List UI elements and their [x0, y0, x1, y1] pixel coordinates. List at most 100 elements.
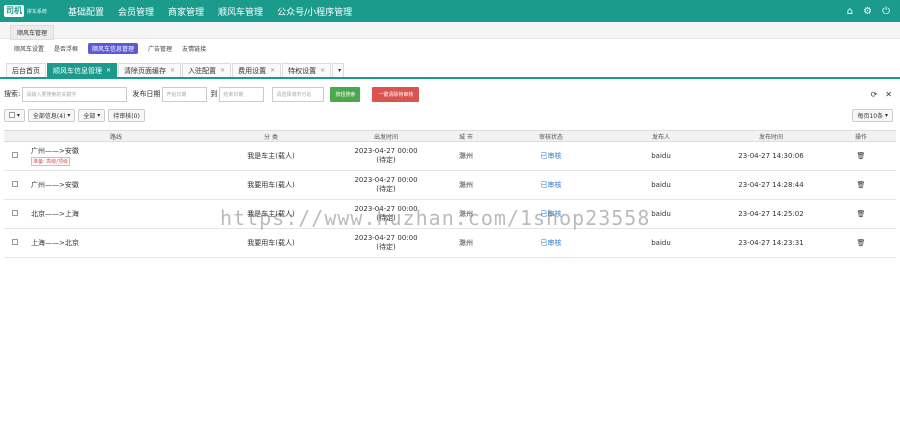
status-filter-all[interactable]: 全部信息(4) ▾ — [27, 108, 76, 122]
tab-home[interactable]: 后台首页 — [6, 63, 46, 77]
subnav-float[interactable]: 是否浮框 — [54, 44, 78, 53]
topnav-basic-config[interactable]: 基础配置 — [68, 5, 104, 18]
subnav-ads[interactable]: 广告管理 — [148, 44, 172, 53]
sub-navigation: 顺风车设置 是否浮框 顺风车信息管理 广告管理 友情链接 — [0, 41, 900, 56]
tabs-dropdown[interactable]: ▾ — [332, 63, 345, 77]
subnav-info-manage[interactable]: 顺风车信息管理 — [88, 43, 139, 54]
category-cell: 我是车主(载人) — [247, 152, 295, 160]
publish-time-cell: 23-04-27 14:25:02 — [738, 210, 804, 218]
route-text: 广州——>安徽 — [31, 181, 79, 189]
home-icon[interactable]: ⌂ — [847, 6, 853, 17]
table-header: 路线 分 类 出发时间 城 市 审核状态 发布人 发布时间 操作 — [4, 130, 896, 142]
power-icon[interactable]: ⏻ — [882, 6, 890, 17]
subnav-links[interactable]: 友情链接 — [182, 44, 206, 53]
right-icons: ⟳ ✕ — [871, 90, 892, 99]
tab-join-config[interactable]: 入驻配置 ✕ — [182, 63, 232, 77]
tab-label: 特权设置 — [288, 66, 317, 75]
table-row: 上海——>北京 我要用车(载人) 2023-04-27 00:00 (待定) 滁州… — [4, 229, 896, 258]
audit-status-link[interactable]: 已审核 — [496, 180, 606, 190]
gear-icon[interactable]: ⚙ — [863, 6, 872, 17]
row-checkbox[interactable] — [12, 239, 18, 245]
chevron-down-icon: ▾ — [338, 67, 342, 74]
close-icon[interactable]: ✕ — [320, 67, 325, 74]
depart-time: 2023-04-27 00:00 — [354, 176, 418, 184]
page-tabs: 后台首页 顺风车信息管理 ✕ 清除页面缓存 ✕ 入驻配置 ✕ 费用设置 ✕ 特权设置 ✕ … — [0, 62, 900, 79]
header-city: 城 市 — [459, 133, 473, 141]
close-icon[interactable]: ✕ — [270, 67, 275, 74]
checkbox-icon — [9, 112, 15, 118]
start-date-input[interactable]: 开始日期 — [162, 86, 208, 102]
section-title[interactable]: 顺风车管理 — [10, 25, 55, 40]
trash-icon[interactable]: 🗑 — [826, 181, 896, 189]
per-page-select[interactable]: 每页10条 ▾ — [852, 108, 893, 122]
row-checkbox[interactable] — [12, 210, 18, 216]
filter-bar: 搜索: 请输入要搜索的关键字 发布日期 开始日期 到 结束日期 请选择城市分站 … — [4, 86, 896, 102]
depart-time-note: (待定) — [376, 185, 396, 193]
close-icon[interactable]: ✕ — [170, 67, 175, 74]
depart-time: 2023-04-27 00:00 — [354, 147, 418, 155]
date-to-label: 到 — [210, 90, 218, 98]
brand-name: 拼车系统 — [27, 8, 48, 15]
city-select[interactable]: 请选择城市分站 — [272, 86, 325, 102]
audit-status-link[interactable]: 已审核 — [496, 238, 606, 248]
topnav-merchants[interactable]: 商家管理 — [168, 5, 204, 18]
close-icon[interactable]: ✕ — [106, 67, 111, 74]
type-label: 全部 — [83, 112, 96, 120]
trash-icon[interactable]: 🗑 — [826, 239, 896, 247]
depart-time-note: (待定) — [376, 243, 396, 251]
section-bar: 顺风车管理 — [0, 22, 900, 40]
close-icon[interactable]: ✕ — [220, 67, 225, 74]
audit-status-link[interactable]: 已审核 — [496, 151, 606, 161]
route-tag: 准备: 高级/顶级 — [31, 157, 70, 166]
header-audit: 审核状态 — [538, 133, 563, 141]
trash-icon[interactable]: 🗑 — [826, 152, 896, 160]
row-checkbox[interactable] — [12, 152, 18, 158]
publish-time-cell: 23-04-27 14:30:06 — [738, 152, 804, 160]
close-icon[interactable]: ✕ — [885, 90, 892, 99]
tab-clear-cache[interactable]: 清除页面缓存 ✕ — [118, 63, 182, 77]
tab-label: 顺风车信息管理 — [53, 66, 102, 75]
pending-filter[interactable]: 待审核(0) — [108, 108, 145, 122]
publish-time-cell: 23-04-27 14:23:31 — [738, 239, 804, 247]
row-checkbox[interactable] — [12, 181, 18, 187]
depart-time-note: (待定) — [376, 156, 396, 164]
tab-label: 入驻配置 — [188, 66, 217, 75]
tab-privilege-settings[interactable]: 特权设置 ✕ — [282, 63, 332, 77]
city-cell: 滁州 — [459, 181, 473, 189]
subnav-settings[interactable]: 顺风车设置 — [14, 44, 44, 53]
header-category: 分 类 — [264, 133, 278, 141]
search-button[interactable]: 按钮搜索 — [330, 86, 361, 102]
refresh-icon[interactable]: ⟳ — [871, 90, 878, 99]
topnav-members[interactable]: 会员管理 — [118, 5, 154, 18]
trash-icon[interactable]: 🗑 — [826, 210, 896, 218]
top-menu: 基础配置 会员管理 商家管理 顺风车管理 公众号/小程序管理 — [68, 5, 366, 18]
publisher-cell: baidu — [651, 181, 671, 189]
header-actions: 操作 — [854, 133, 867, 141]
watermark-text: https://www.huzhan.com/1shop23558 — [220, 206, 651, 230]
type-filter-all[interactable]: 全部 ▾ — [78, 108, 106, 122]
category-cell: 我要用车(载人) — [247, 239, 295, 247]
tab-label: 后台首页 — [12, 66, 40, 75]
city-cell: 滁州 — [459, 152, 473, 160]
tab-label: 清除页面缓存 — [124, 66, 167, 75]
header-publisher: 发布人 — [651, 133, 670, 141]
tab-fee-settings[interactable]: 费用设置 ✕ — [232, 63, 282, 77]
end-date-input[interactable]: 结束日期 — [219, 86, 265, 102]
date-label: 发布日期 — [132, 90, 161, 98]
table-row: 广州——>安徽 我要用车(载人) 2023-04-27 00:00 (待定) 滁州… — [4, 171, 896, 200]
depart-time-cell: 2023-04-27 00:00 (待定) — [336, 176, 436, 194]
topnav-rideshare[interactable]: 顺风车管理 — [218, 5, 263, 18]
route-text: 北京——>上海 — [31, 210, 79, 218]
top-navbar: 司机 拼车系统 基础配置 会员管理 商家管理 顺风车管理 公众号/小程序管理 ⌂… — [0, 0, 900, 22]
tab-info-manage[interactable]: 顺风车信息管理 ✕ — [47, 63, 118, 77]
select-all-checkbox[interactable]: ▾ — [4, 108, 25, 122]
topnav-wechat[interactable]: 公众号/小程序管理 — [277, 5, 352, 18]
publisher-cell: baidu — [651, 239, 671, 247]
clear-pending-button[interactable]: 一键清除待审核 — [372, 86, 420, 102]
status-label: 全部信息(4) — [32, 112, 66, 120]
data-table: 路线 分 类 出发时间 城 市 审核状态 发布人 发布时间 操作 广州——>安徽… — [4, 130, 896, 258]
tab-label: 费用设置 — [238, 66, 267, 75]
search-input[interactable]: 请输入要搜索的关键字 — [22, 86, 128, 102]
depart-time-cell: 2023-04-27 00:00 (待定) — [336, 234, 436, 252]
per-page-label: 每页10条 — [857, 112, 884, 120]
